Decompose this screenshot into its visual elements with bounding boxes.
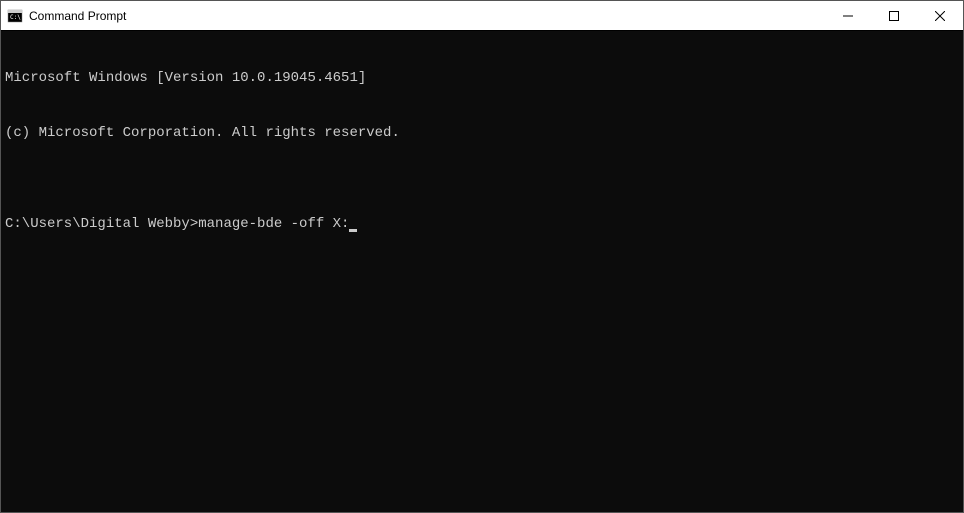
terminal-prompt-line: C:\Users\Digital Webby>manage-bde -off X… — [5, 215, 959, 233]
svg-text:C:\: C:\ — [10, 14, 21, 21]
close-button[interactable] — [917, 1, 963, 30]
window-title: Command Prompt — [29, 9, 825, 23]
title-bar[interactable]: C:\ Command Prompt — [1, 1, 963, 31]
command-prompt-window: C:\ Command Prompt Microsoft Windows [Ve… — [0, 0, 964, 513]
terminal-area[interactable]: Microsoft Windows [Version 10.0.19045.46… — [1, 31, 963, 512]
app-icon: C:\ — [7, 8, 23, 24]
window-controls — [825, 1, 963, 30]
maximize-button[interactable] — [871, 1, 917, 30]
prompt-text: C:\Users\Digital Webby> — [5, 216, 198, 232]
terminal-output-line: (c) Microsoft Corporation. All rights re… — [5, 124, 959, 142]
minimize-button[interactable] — [825, 1, 871, 30]
command-text: manage-bde -off X: — [198, 216, 349, 232]
cursor — [349, 229, 357, 232]
terminal-output-line: Microsoft Windows [Version 10.0.19045.46… — [5, 69, 959, 87]
